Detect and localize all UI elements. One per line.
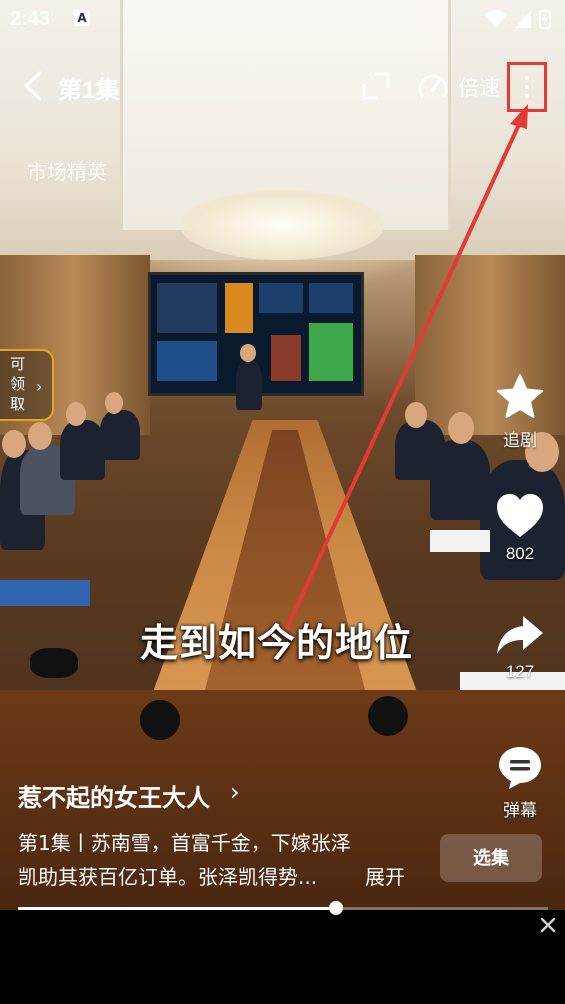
person — [395, 420, 445, 480]
status-bar: 2:43 A — [0, 0, 565, 38]
status-icons — [485, 9, 551, 29]
person-head — [28, 422, 52, 450]
wifi-icon — [485, 10, 507, 28]
description-line: 第1集丨苏南雪，首富千金，下嫁张泽 — [18, 831, 351, 855]
claim-char: 取 — [10, 396, 26, 413]
notification-icon: A — [74, 10, 90, 26]
progress-fill — [18, 907, 336, 910]
folder — [0, 580, 90, 606]
person-head — [66, 402, 86, 426]
progress-bar[interactable] — [18, 901, 548, 915]
claim-char: 可 — [10, 356, 26, 373]
more-dot — [525, 76, 529, 80]
person-head — [448, 412, 474, 444]
video-frame[interactable] — [0, 0, 565, 910]
person-head — [2, 430, 26, 458]
star-icon — [497, 374, 543, 418]
drama-title-link[interactable]: 惹不起的女王大人 — [18, 778, 210, 813]
person — [100, 410, 140, 460]
danmaku-label: 弹幕 — [503, 801, 537, 820]
danmaku-button[interactable]: 弹幕 — [494, 744, 546, 821]
share-button[interactable]: 127 — [494, 612, 546, 682]
chevron-right-icon[interactable]: › — [230, 778, 240, 806]
person — [60, 420, 105, 480]
chevron-right-icon: › — [36, 377, 43, 396]
chandelier — [180, 190, 385, 260]
microphone — [30, 648, 78, 678]
more-dot — [525, 94, 529, 98]
close-icon[interactable] — [537, 914, 559, 936]
speed-button[interactable]: 倍速 — [458, 72, 500, 102]
status-time: 2:43 — [10, 8, 51, 30]
expand-description-button[interactable]: 展开 — [365, 860, 405, 894]
person-head — [240, 344, 256, 362]
claim-label: 可 领 取 — [10, 355, 32, 415]
speed-icon[interactable] — [416, 70, 450, 104]
danmaku-icon — [499, 747, 541, 789]
player-top-bar: 第1集 倍速 — [0, 62, 565, 112]
signal-icon — [515, 10, 531, 28]
more-dot — [525, 85, 529, 89]
like-button[interactable]: 802 — [494, 492, 546, 564]
claim-char: 领 — [10, 376, 26, 393]
follow-drama-button[interactable]: 追剧 — [494, 372, 546, 451]
share-icon — [497, 616, 543, 654]
person-head — [405, 402, 427, 428]
select-episode-button[interactable]: 选集 — [440, 834, 542, 882]
video-subtitle: 走到如今的地位 — [140, 621, 414, 665]
video-watermark: 市场精英 — [27, 162, 107, 184]
more-options-button[interactable] — [507, 62, 547, 112]
episode-title: 第1集 — [58, 77, 120, 104]
battery-icon — [539, 9, 551, 29]
follow-drama-label: 追剧 — [503, 431, 537, 450]
share-count: 127 — [505, 662, 535, 681]
papers — [430, 530, 490, 552]
person-head — [105, 392, 123, 414]
heart-icon — [497, 494, 543, 537]
progress-knob[interactable] — [329, 901, 343, 915]
fullscreen-icon[interactable] — [360, 70, 392, 102]
person — [236, 360, 262, 410]
microphone — [140, 700, 180, 740]
microphone — [368, 696, 408, 736]
back-icon[interactable] — [20, 70, 48, 102]
like-count: 802 — [505, 544, 535, 563]
claim-reward-tab[interactable]: 可 领 取 › — [0, 349, 54, 421]
